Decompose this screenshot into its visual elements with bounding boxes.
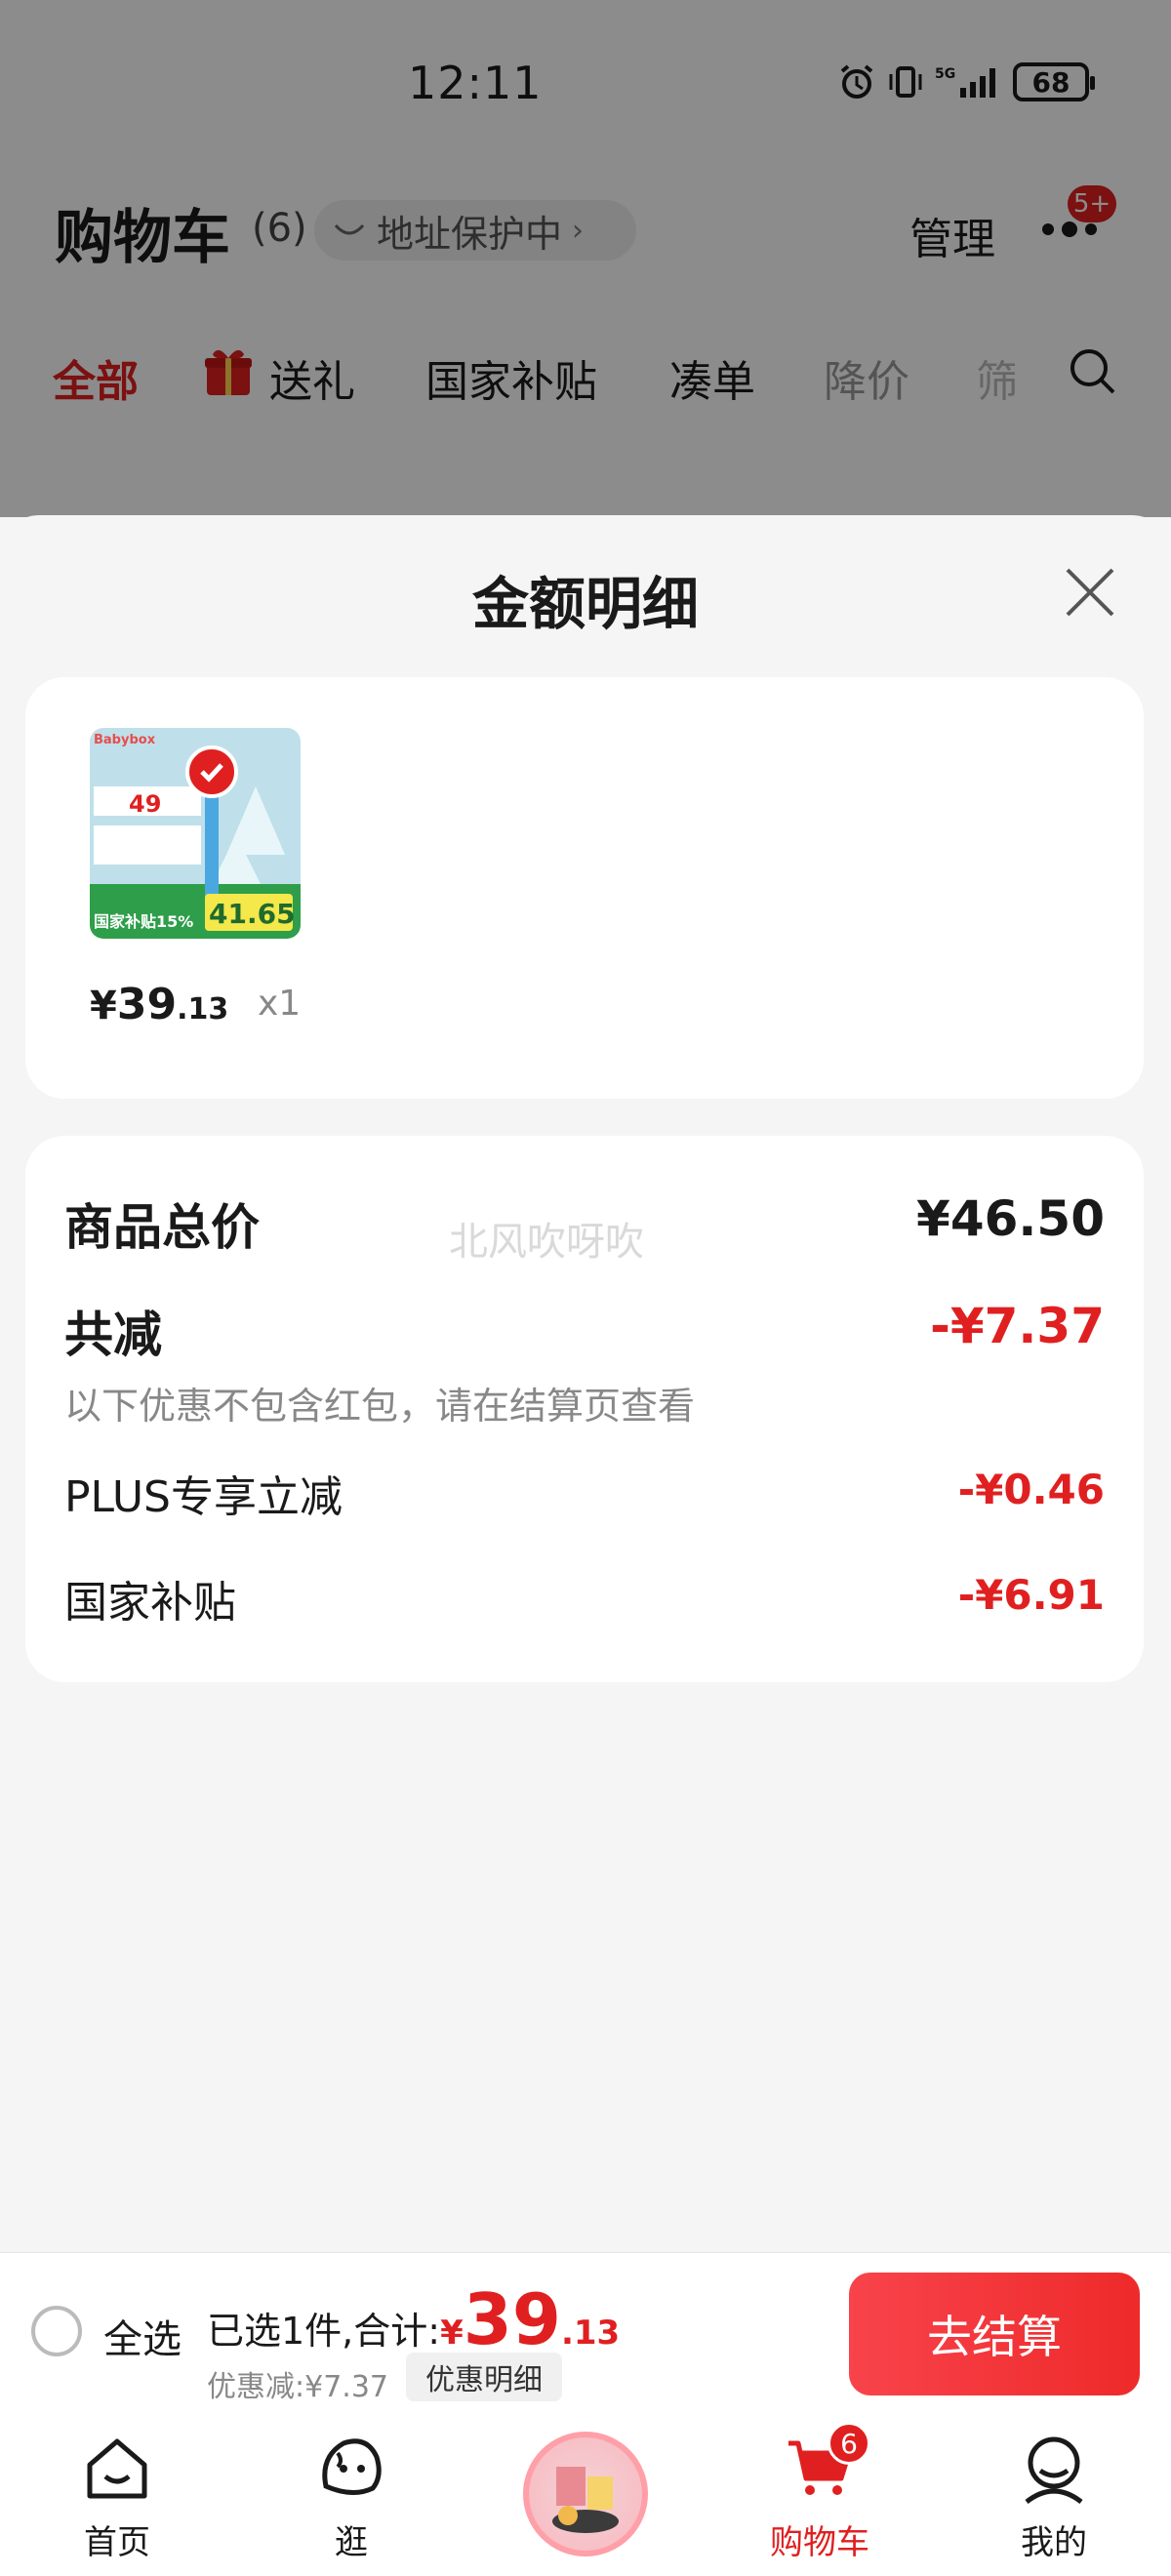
total-price-value: ¥46.50	[916, 1190, 1105, 1247]
thumb-price: 49	[129, 790, 161, 818]
select-all-label[interactable]: 全选	[103, 2308, 182, 2364]
price-decimal: .13	[177, 992, 229, 1026]
reduction-label: 共减	[64, 1307, 162, 1363]
yen-symbol: ¥	[90, 984, 117, 1028]
select-all-radio[interactable]	[31, 2306, 82, 2356]
watermark: 北风吹呀吹	[449, 1220, 644, 1265]
sheet-title: 金额明细	[471, 571, 699, 637]
summary-total-int: 39	[463, 2278, 561, 2360]
tab-home-label: 首页	[84, 2523, 150, 2562]
bottom-tab-bar: 首页 逛 6 购物车 我的	[0, 2414, 1171, 2576]
modal-overlay[interactable]	[0, 0, 1171, 517]
discount-detail-button[interactable]: 优惠明细	[406, 2353, 562, 2401]
checkout-summary: 已选1件,合计: ¥ 39 .13	[207, 2278, 620, 2360]
summary-total-dec: .13	[560, 2314, 621, 2353]
amount-detail-sheet: 金额明细 Babybox 49 国家补贴15% 41.65 ¥ 39 .13 x…	[0, 515, 1171, 2252]
summary-label: 已选1件,合计:	[207, 2310, 441, 2353]
product-quantity: x1	[258, 984, 302, 1024]
national-subsidy-value: -¥6.91	[957, 1571, 1105, 1619]
close-icon[interactable]	[1062, 564, 1118, 621]
plus-discount-label: PLUS专享立减	[64, 1472, 343, 1522]
product-card: Babybox 49 国家补贴15% 41.65 ¥ 39 .13 x1	[25, 677, 1144, 1099]
thumb-brand: Babybox	[94, 733, 156, 747]
tab-browse[interactable]: 逛	[234, 2414, 468, 2576]
total-price-label: 商品总价	[64, 1199, 260, 1256]
product-price: ¥ 39 .13	[90, 980, 228, 1029]
summary-yen: ¥	[440, 2314, 464, 2353]
center-promo-icon	[523, 2432, 648, 2556]
home-icon	[82, 2434, 152, 2504]
tab-home[interactable]: 首页	[0, 2414, 234, 2576]
tab-profile-label: 我的	[1021, 2523, 1087, 2562]
discount-text: 优惠减:¥7.37	[207, 2370, 388, 2404]
thumb-subsidy: 国家补贴15%	[94, 912, 193, 931]
national-subsidy-label: 国家补贴	[64, 1578, 236, 1628]
browse-icon	[316, 2434, 386, 2504]
price-integer: 39	[116, 980, 178, 1029]
tab-center-promo[interactable]	[468, 2414, 703, 2576]
thumb-final-price: 41.65	[209, 898, 296, 930]
tab-cart[interactable]: 6 购物车	[703, 2414, 937, 2576]
profile-icon	[1019, 2434, 1089, 2505]
checkout-bar: 全选 已选1件,合计: ¥ 39 .13 优惠减:¥7.37 优惠明细 去结算	[0, 2252, 1171, 2414]
reduction-note: 以下优惠不包含红包，请在结算页查看	[64, 1385, 696, 1428]
checkout-button[interactable]: 去结算	[849, 2273, 1140, 2395]
reduction-value: -¥7.37	[930, 1298, 1105, 1354]
tab-cart-label: 购物车	[770, 2523, 869, 2562]
tab-browse-label: 逛	[335, 2523, 368, 2562]
plus-discount-value: -¥0.46	[957, 1466, 1105, 1513]
selected-check-icon[interactable]	[185, 745, 238, 798]
cart-badge: 6	[828, 2422, 870, 2465]
tab-profile[interactable]: 我的	[937, 2414, 1171, 2576]
